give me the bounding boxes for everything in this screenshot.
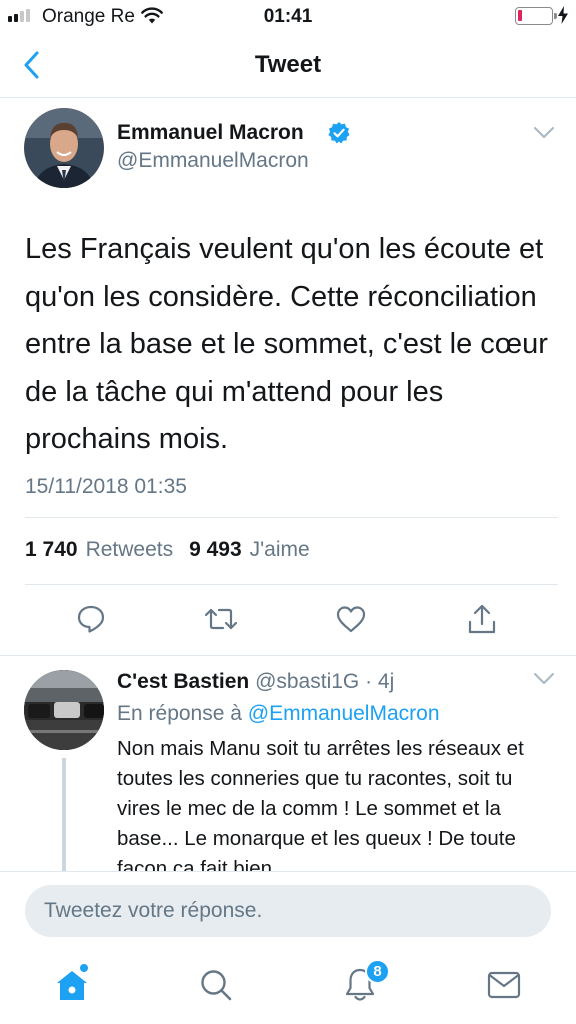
retweet-icon xyxy=(204,608,238,630)
chevron-down-icon[interactable] xyxy=(533,126,555,140)
tab-messages[interactable] xyxy=(482,963,526,1007)
reply-author-name[interactable]: C'est Bastien xyxy=(117,670,249,693)
divider xyxy=(25,584,558,585)
tab-bar: 8 xyxy=(0,951,576,1024)
reply-mention-link[interactable]: @EmmanuelMacron xyxy=(248,702,440,725)
reply-author-meta[interactable]: @sbasti1G · 4j xyxy=(255,670,394,693)
status-time: 01:41 xyxy=(263,6,313,27)
share-icon xyxy=(468,604,496,634)
status-bar: Orange Re 01:41 xyxy=(0,0,576,34)
retweets-count[interactable]: 1 740 xyxy=(25,538,78,562)
in-reply-to: En réponse à @EmmanuelMacron xyxy=(117,702,440,726)
reply-text: Non mais Manu soit tu arrêtes les réseau… xyxy=(117,737,524,871)
nav-bar: Tweet xyxy=(0,34,576,98)
verified-badge-icon xyxy=(328,122,350,144)
tweet-timestamp: 15/11/2018 01:35 xyxy=(25,475,187,498)
author-handle[interactable]: @EmmanuelMacron xyxy=(117,149,309,173)
charging-bolt-icon xyxy=(558,6,568,24)
tweet-stats: 1 740 Retweets 9 493 J'aime xyxy=(25,538,310,562)
tweet-text: Les Français veulent qu'on les écoute et… xyxy=(25,233,548,455)
like-icon xyxy=(336,606,366,633)
reply-text-container: Non mais Manu soit tu arrêtes les réseau… xyxy=(117,734,557,871)
messages-icon xyxy=(487,971,521,999)
likes-count[interactable]: 9 493 xyxy=(189,538,242,562)
battery-icon xyxy=(515,7,557,25)
author-avatar[interactable] xyxy=(24,108,104,188)
chevron-down-icon[interactable] xyxy=(533,672,555,686)
divider xyxy=(25,517,558,518)
likes-label[interactable]: J'aime xyxy=(250,538,310,562)
avatar-image xyxy=(24,670,104,750)
reply-input[interactable] xyxy=(25,885,551,937)
divider xyxy=(0,655,576,656)
reply-button[interactable] xyxy=(73,601,109,637)
share-button[interactable] xyxy=(464,601,500,637)
notifications-badge[interactable]: 8 xyxy=(365,959,390,984)
reply-header: C'est Bastien @sbasti1G · 4j xyxy=(117,670,394,694)
thread-line xyxy=(62,758,66,872)
home-icon xyxy=(57,971,87,1000)
tweet-actions xyxy=(0,601,576,637)
retweets-label[interactable]: Retweets xyxy=(86,538,174,562)
compose-bar xyxy=(0,871,576,951)
author-name[interactable]: Emmanuel Macron xyxy=(117,121,304,145)
search-icon xyxy=(201,970,232,1001)
home-new-dot xyxy=(80,964,88,972)
reply-avatar[interactable] xyxy=(24,670,104,750)
in-reply-prefix: En réponse à xyxy=(117,702,242,725)
retweet-button[interactable] xyxy=(203,601,239,637)
tab-search[interactable] xyxy=(194,963,238,1007)
avatar-image xyxy=(24,108,104,188)
page-title: Tweet xyxy=(254,51,322,78)
reply-icon xyxy=(77,605,105,633)
like-button[interactable] xyxy=(333,601,369,637)
